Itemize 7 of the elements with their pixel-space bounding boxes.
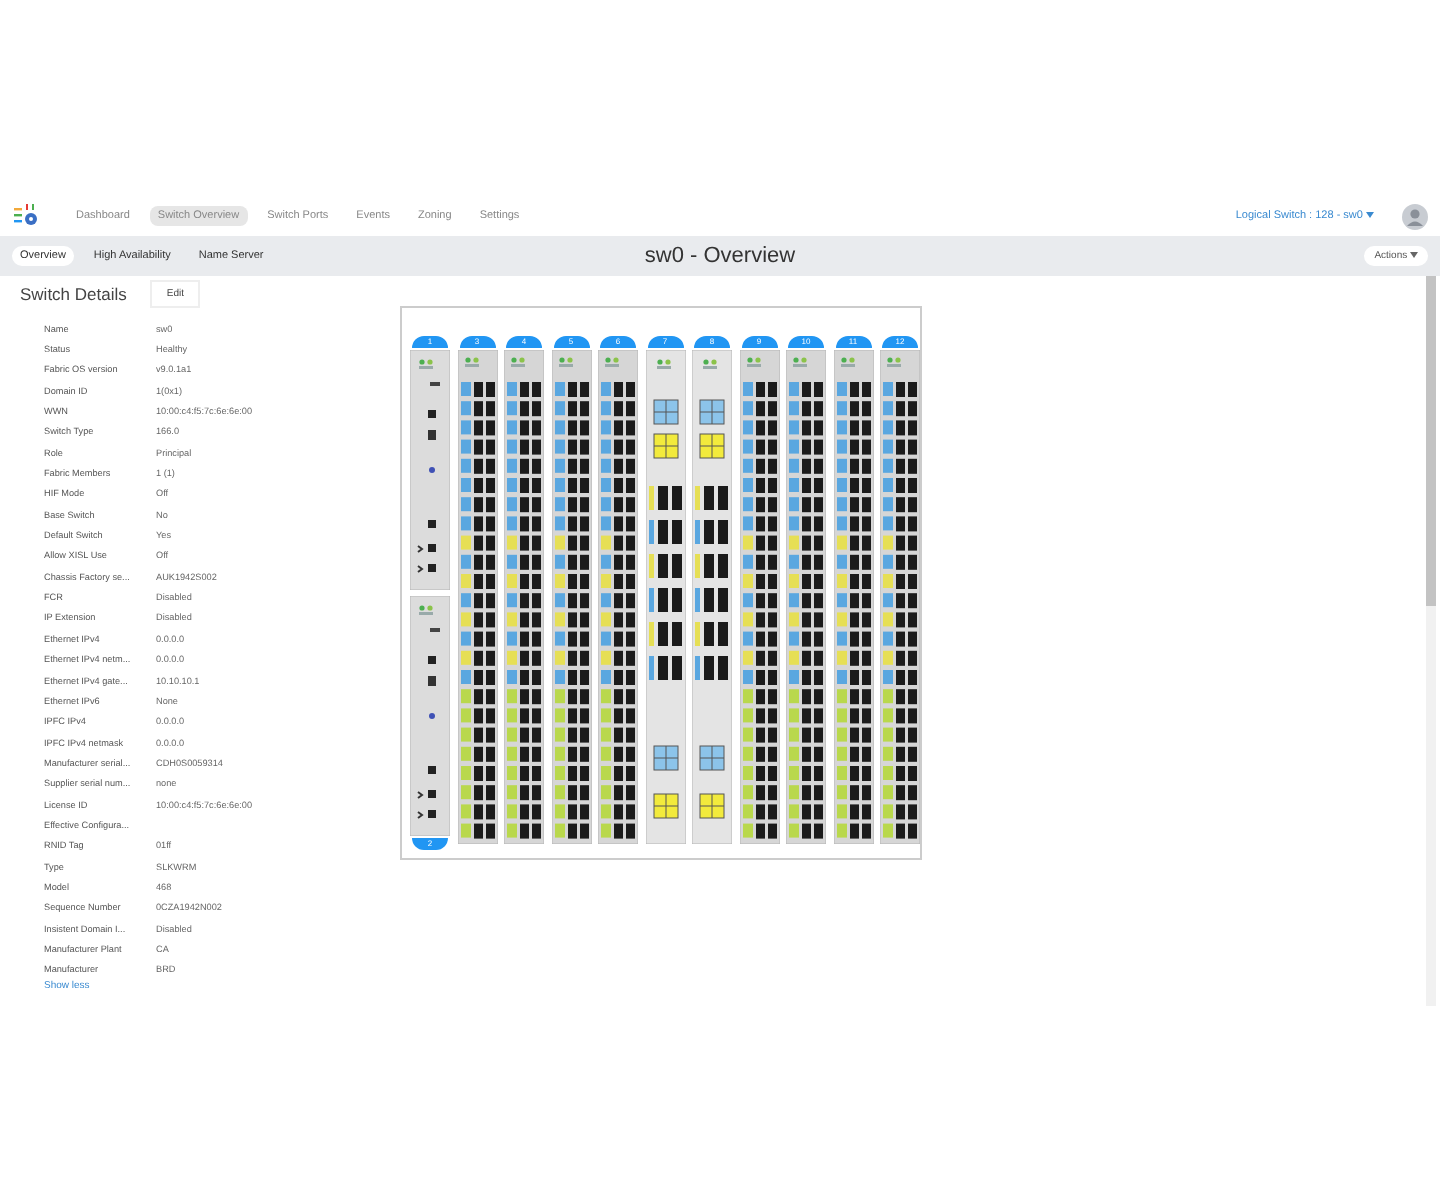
caret-icon: [1410, 252, 1418, 258]
panel-title: Switch Details: [20, 284, 127, 304]
user-avatar-icon[interactable]: [1402, 203, 1428, 229]
app-logo-icon[interactable]: [12, 202, 40, 230]
scrollbar[interactable]: [1426, 276, 1436, 1006]
caret-icon: [1366, 212, 1374, 218]
page-title: sw0 - Overview: [644, 244, 796, 268]
